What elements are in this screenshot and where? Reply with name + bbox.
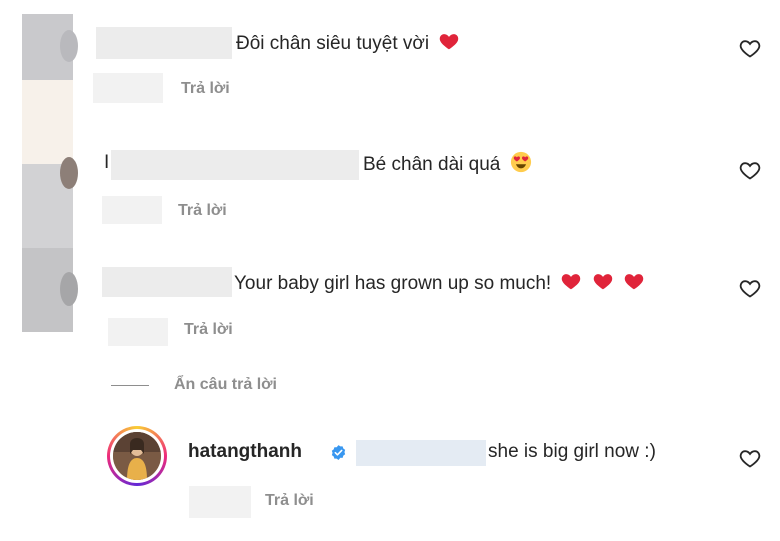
comment-text: Your baby girl has grown up so much!	[234, 270, 645, 295]
heart-outline-icon[interactable]	[738, 446, 762, 470]
comment-prefix: I	[104, 152, 110, 173]
username-link[interactable]: hatangthanh	[188, 441, 302, 463]
reply-button[interactable]: Trả lời	[265, 492, 314, 510]
red-heart-emoji	[624, 274, 644, 290]
divider	[111, 385, 149, 386]
avatar[interactable]	[60, 30, 78, 62]
reply-button[interactable]: Trả lời	[181, 80, 230, 98]
redacted-username	[111, 150, 359, 180]
verified-badge-icon	[331, 445, 346, 460]
red-heart-emoji	[562, 274, 581, 290]
reply-button[interactable]: Trả lời	[178, 202, 227, 220]
heart-eyes-emoji	[510, 151, 531, 173]
avatar[interactable]	[60, 157, 78, 189]
comment-body: Bé chân dài quá	[363, 154, 501, 175]
hide-replies-button[interactable]: Ẩn câu trả lời	[174, 376, 277, 394]
red-heart-emoji	[440, 34, 459, 50]
comment-text: Bé chân dài quá	[363, 151, 532, 176]
heart-outline-icon[interactable]	[738, 36, 762, 60]
heart-outline-icon[interactable]	[738, 158, 762, 182]
comment-body: Your baby girl has grown up so much!	[234, 273, 552, 294]
redacted-username	[96, 27, 232, 59]
redacted-username	[102, 267, 232, 297]
comment-text: Đôi chân siêu tuyệt vời	[236, 30, 460, 55]
reply-button[interactable]: Trả lời	[184, 321, 233, 339]
avatar[interactable]	[60, 272, 78, 306]
cropped-left-strip	[22, 80, 73, 164]
reply-text: she is big girl now :)	[488, 441, 656, 462]
comment-body: Đôi chân siêu tuyệt vời	[236, 33, 430, 54]
redacted-meta	[102, 196, 162, 224]
avatar-story-ring[interactable]	[107, 426, 167, 486]
heart-outline-icon[interactable]	[738, 276, 762, 300]
avatar-ring-gap	[110, 429, 164, 483]
avatar	[113, 432, 161, 480]
red-heart-emoji	[593, 274, 613, 290]
redacted-meta	[93, 73, 163, 103]
redacted-meta	[189, 486, 251, 518]
avatar-photo	[113, 432, 161, 480]
redacted-mention	[356, 440, 486, 466]
redacted-meta	[108, 318, 168, 346]
